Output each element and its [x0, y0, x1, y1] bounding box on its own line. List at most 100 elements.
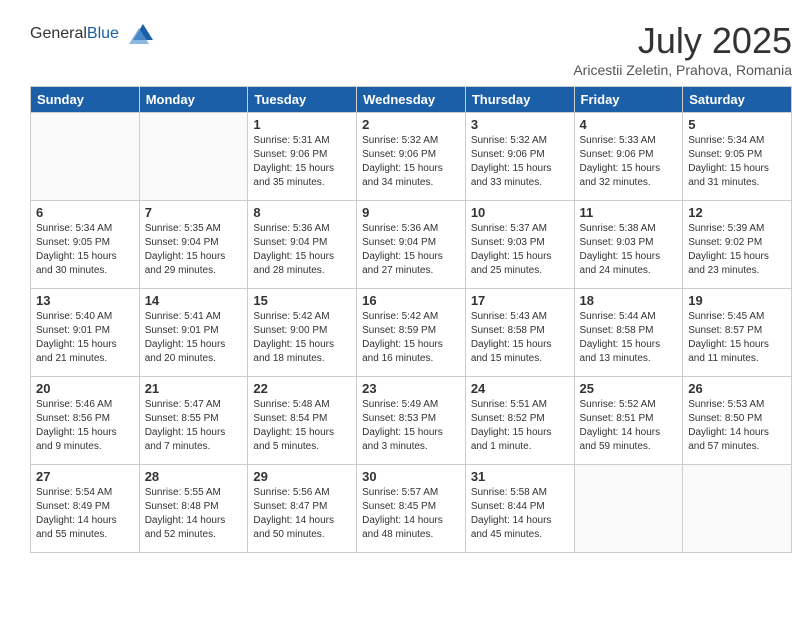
col-header-wednesday: Wednesday — [357, 87, 466, 113]
day-number: 29 — [253, 469, 351, 484]
day-number: 31 — [471, 469, 569, 484]
calendar-page: GeneralBlue July 2025 Aricestii Zeletin,… — [15, 10, 792, 622]
week-row-2: 6 Sunrise: 5:34 AM Sunset: 9:05 PM Daylig… — [31, 201, 792, 289]
week-row-3: 13 Sunrise: 5:40 AM Sunset: 9:01 PM Dayli… — [31, 289, 792, 377]
day-number: 15 — [253, 293, 351, 308]
logo-general-text: General — [30, 25, 87, 42]
day-number: 30 — [362, 469, 460, 484]
day-info: Sunrise: 5:31 AM Sunset: 9:06 PM Dayligh… — [253, 134, 351, 190]
day-number: 1 — [253, 117, 351, 132]
day-info: Sunrise: 5:47 AM Sunset: 8:55 PM Dayligh… — [145, 398, 243, 454]
day-info: Sunrise: 5:58 AM Sunset: 8:44 PM Dayligh… — [471, 486, 569, 542]
calendar-cell: 21 Sunrise: 5:47 AM Sunset: 8:55 PM Dayli… — [139, 377, 248, 465]
day-number: 2 — [362, 117, 460, 132]
calendar-cell: 13 Sunrise: 5:40 AM Sunset: 9:01 PM Dayli… — [31, 289, 140, 377]
col-header-saturday: Saturday — [683, 87, 792, 113]
calendar-cell: 31 Sunrise: 5:58 AM Sunset: 8:44 PM Dayli… — [465, 465, 574, 553]
day-number: 10 — [471, 205, 569, 220]
day-number: 25 — [580, 381, 678, 396]
day-info: Sunrise: 5:38 AM Sunset: 9:03 PM Dayligh… — [580, 222, 678, 278]
calendar-cell: 30 Sunrise: 5:57 AM Sunset: 8:45 PM Dayli… — [357, 465, 466, 553]
header: GeneralBlue July 2025 Aricestii Zeletin,… — [30, 20, 792, 78]
logo-blue-text: Blue — [87, 25, 119, 42]
day-info: Sunrise: 5:44 AM Sunset: 8:58 PM Dayligh… — [580, 310, 678, 366]
week-row-5: 27Sunrise: 5:54 AM Sunset: 8:49 PM Dayli… — [31, 465, 792, 553]
calendar-cell: 26 Sunrise: 5:53 AM Sunset: 8:50 PM Dayli… — [683, 377, 792, 465]
day-info: Sunrise: 5:55 AM Sunset: 8:48 PM Dayligh… — [145, 486, 243, 542]
calendar-cell: 1 Sunrise: 5:31 AM Sunset: 9:06 PM Daylig… — [248, 113, 357, 201]
calendar-cell: 3 Sunrise: 5:32 AM Sunset: 9:06 PM Daylig… — [465, 113, 574, 201]
calendar-header-row: SundayMondayTuesdayWednesdayThursdayFrid… — [31, 87, 792, 113]
day-info: Sunrise: 5:48 AM Sunset: 8:54 PM Dayligh… — [253, 398, 351, 454]
calendar-cell: 8 Sunrise: 5:36 AM Sunset: 9:04 PM Daylig… — [248, 201, 357, 289]
location: Aricestii Zeletin, Prahova, Romania — [573, 62, 792, 78]
day-info: Sunrise: 5:53 AM Sunset: 8:50 PM Dayligh… — [688, 398, 786, 454]
calendar-cell: 19Sunrise: 5:45 AM Sunset: 8:57 PM Dayli… — [683, 289, 792, 377]
day-number: 3 — [471, 117, 569, 132]
day-info: Sunrise: 5:40 AM Sunset: 9:01 PM Dayligh… — [36, 310, 134, 366]
day-info: Sunrise: 5:42 AM Sunset: 9:00 PM Dayligh… — [253, 310, 351, 366]
calendar-cell — [139, 113, 248, 201]
day-number: 4 — [580, 117, 678, 132]
calendar-cell: 27Sunrise: 5:54 AM Sunset: 8:49 PM Dayli… — [31, 465, 140, 553]
day-info: Sunrise: 5:46 AM Sunset: 8:56 PM Dayligh… — [36, 398, 134, 454]
day-info: Sunrise: 5:54 AM Sunset: 8:49 PM Dayligh… — [36, 486, 134, 542]
day-info: Sunrise: 5:32 AM Sunset: 9:06 PM Dayligh… — [471, 134, 569, 190]
calendar-table: SundayMondayTuesdayWednesdayThursdayFrid… — [30, 86, 792, 553]
day-info: Sunrise: 5:32 AM Sunset: 9:06 PM Dayligh… — [362, 134, 460, 190]
day-number: 20 — [36, 381, 134, 396]
day-info: Sunrise: 5:43 AM Sunset: 8:58 PM Dayligh… — [471, 310, 569, 366]
day-info: Sunrise: 5:56 AM Sunset: 8:47 PM Dayligh… — [253, 486, 351, 542]
calendar-cell: 29 Sunrise: 5:56 AM Sunset: 8:47 PM Dayli… — [248, 465, 357, 553]
day-info: Sunrise: 5:57 AM Sunset: 8:45 PM Dayligh… — [362, 486, 460, 542]
day-number: 12 — [688, 205, 786, 220]
calendar-cell: 23 Sunrise: 5:49 AM Sunset: 8:53 PM Dayli… — [357, 377, 466, 465]
calendar-cell: 12 Sunrise: 5:39 AM Sunset: 9:02 PM Dayli… — [683, 201, 792, 289]
day-number: 21 — [145, 381, 243, 396]
calendar-cell — [574, 465, 683, 553]
day-number: 26 — [688, 381, 786, 396]
calendar-cell: 2 Sunrise: 5:32 AM Sunset: 9:06 PM Daylig… — [357, 113, 466, 201]
col-header-friday: Friday — [574, 87, 683, 113]
day-info: Sunrise: 5:33 AM Sunset: 9:06 PM Dayligh… — [580, 134, 678, 190]
calendar-cell: 14Sunrise: 5:41 AM Sunset: 9:01 PM Dayli… — [139, 289, 248, 377]
calendar-cell: 7Sunrise: 5:35 AM Sunset: 9:04 PM Daylig… — [139, 201, 248, 289]
day-number: 19 — [688, 293, 786, 308]
day-info: Sunrise: 5:36 AM Sunset: 9:04 PM Dayligh… — [362, 222, 460, 278]
title-block: July 2025 Aricestii Zeletin, Prahova, Ro… — [573, 20, 792, 78]
calendar-cell: 28 Sunrise: 5:55 AM Sunset: 8:48 PM Dayli… — [139, 465, 248, 553]
day-number: 5 — [688, 117, 786, 132]
day-number: 11 — [580, 205, 678, 220]
logo: GeneralBlue — [30, 20, 153, 48]
day-number: 13 — [36, 293, 134, 308]
calendar-cell: 11 Sunrise: 5:38 AM Sunset: 9:03 PM Dayli… — [574, 201, 683, 289]
calendar-cell: 6 Sunrise: 5:34 AM Sunset: 9:05 PM Daylig… — [31, 201, 140, 289]
day-info: Sunrise: 5:36 AM Sunset: 9:04 PM Dayligh… — [253, 222, 351, 278]
calendar-cell: 4 Sunrise: 5:33 AM Sunset: 9:06 PM Daylig… — [574, 113, 683, 201]
week-row-4: 20 Sunrise: 5:46 AM Sunset: 8:56 PM Dayli… — [31, 377, 792, 465]
calendar-cell: 17 Sunrise: 5:43 AM Sunset: 8:58 PM Dayli… — [465, 289, 574, 377]
day-info: Sunrise: 5:34 AM Sunset: 9:05 PM Dayligh… — [36, 222, 134, 278]
day-number: 28 — [145, 469, 243, 484]
day-number: 24 — [471, 381, 569, 396]
day-number: 23 — [362, 381, 460, 396]
day-number: 9 — [362, 205, 460, 220]
col-header-monday: Monday — [139, 87, 248, 113]
day-info: Sunrise: 5:52 AM Sunset: 8:51 PM Dayligh… — [580, 398, 678, 454]
day-info: Sunrise: 5:37 AM Sunset: 9:03 PM Dayligh… — [471, 222, 569, 278]
week-row-1: 1 Sunrise: 5:31 AM Sunset: 9:06 PM Daylig… — [31, 113, 792, 201]
calendar-cell: 18 Sunrise: 5:44 AM Sunset: 8:58 PM Dayli… — [574, 289, 683, 377]
calendar-cell — [31, 113, 140, 201]
day-number: 17 — [471, 293, 569, 308]
col-header-sunday: Sunday — [31, 87, 140, 113]
calendar-cell: 25 Sunrise: 5:52 AM Sunset: 8:51 PM Dayli… — [574, 377, 683, 465]
day-info: Sunrise: 5:42 AM Sunset: 8:59 PM Dayligh… — [362, 310, 460, 366]
day-info: Sunrise: 5:39 AM Sunset: 9:02 PM Dayligh… — [688, 222, 786, 278]
col-header-tuesday: Tuesday — [248, 87, 357, 113]
day-number: 18 — [580, 293, 678, 308]
day-info: Sunrise: 5:49 AM Sunset: 8:53 PM Dayligh… — [362, 398, 460, 454]
day-number: 6 — [36, 205, 134, 220]
day-number: 7 — [145, 205, 243, 220]
day-number: 8 — [253, 205, 351, 220]
calendar-cell: 15 Sunrise: 5:42 AM Sunset: 9:00 PM Dayli… — [248, 289, 357, 377]
